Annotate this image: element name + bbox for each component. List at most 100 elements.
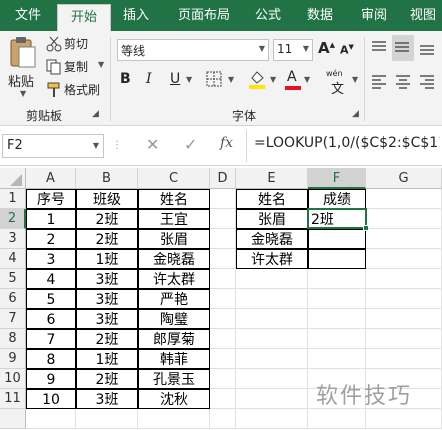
tab-home[interactable]: 开始 (57, 4, 111, 32)
row-header-6[interactable]: 6 (0, 289, 26, 309)
underline-dropdown-icon[interactable]: ▼ (186, 75, 192, 84)
formula-input[interactable]: =LOOKUP(1,0/($C$2:$C$11= (254, 135, 440, 157)
row-header-2[interactable]: 2 (0, 209, 26, 229)
empty-cell[interactable] (210, 269, 236, 289)
empty-cell[interactable] (366, 209, 442, 229)
empty-cell[interactable] (236, 289, 308, 309)
tab-view[interactable]: 视图 (404, 0, 442, 31)
format-painter-button[interactable]: 格式刷 (46, 81, 118, 99)
underline-button[interactable]: U (170, 71, 184, 91)
font-color-button[interactable]: A (284, 69, 302, 91)
align-bottom-button[interactable] (418, 39, 438, 59)
tab-formulas[interactable]: 公式 (244, 0, 292, 31)
empty-cell[interactable] (210, 289, 236, 309)
align-right-button[interactable] (418, 73, 438, 91)
table-cell[interactable]: 3班 (76, 289, 138, 309)
dialog-launcher-icon[interactable]: ◢ (352, 109, 359, 119)
phonetic-button[interactable]: wén 文 (326, 69, 352, 97)
column-header-F[interactable]: F (308, 168, 366, 189)
empty-cell[interactable] (236, 309, 308, 329)
table-cell[interactable]: 严艳 (138, 289, 210, 309)
empty-cell[interactable] (236, 389, 308, 409)
column-header-B[interactable]: B (76, 168, 138, 189)
table-cell[interactable]: 2班 (76, 369, 138, 389)
table-cell[interactable]: 9 (26, 369, 76, 389)
lookup-cell[interactable]: 金晓磊 (236, 229, 308, 249)
empty-cell[interactable] (26, 409, 76, 429)
row-header-empty[interactable] (0, 409, 26, 429)
table-cell[interactable]: 张眉 (138, 229, 210, 249)
fill-color-button[interactable] (248, 69, 268, 91)
empty-cell[interactable] (210, 389, 236, 409)
table-header-cell[interactable]: 序号 (26, 189, 76, 209)
empty-cell[interactable] (210, 349, 236, 369)
align-left-button[interactable] (370, 73, 390, 91)
table-cell[interactable]: 许太群 (138, 269, 210, 289)
copy-dropdown-icon[interactable]: ▼ (98, 60, 104, 69)
empty-cell[interactable] (236, 329, 308, 349)
insert-function-button[interactable]: fx (220, 135, 233, 151)
table-cell[interactable]: 3 (26, 249, 76, 269)
table-cell[interactable]: 2 (26, 229, 76, 249)
table-header-cell[interactable]: 姓名 (138, 189, 210, 209)
phonetic-dropdown-icon[interactable]: ▼ (352, 75, 358, 84)
table-cell[interactable]: 7 (26, 329, 76, 349)
empty-cell[interactable] (210, 249, 236, 269)
table-cell[interactable]: 沈秋 (138, 389, 210, 409)
empty-cell[interactable] (210, 229, 236, 249)
borders-dropdown-icon[interactable]: ▼ (228, 75, 234, 84)
empty-cell[interactable] (308, 329, 366, 349)
font-name-select[interactable]: 等线 ▼ (117, 39, 269, 61)
table-cell[interactable]: 孔景玉 (138, 369, 210, 389)
tab-insert[interactable]: 插入 (112, 0, 160, 31)
empty-cell[interactable] (366, 189, 442, 209)
empty-cell[interactable] (366, 329, 442, 349)
lookup-cell[interactable]: 张眉 (236, 209, 308, 229)
table-cell[interactable]: 8 (26, 349, 76, 369)
column-header-G[interactable]: G (366, 168, 442, 189)
empty-cell[interactable] (138, 409, 210, 429)
table-cell[interactable]: 2班 (76, 329, 138, 349)
column-header-E[interactable]: E (236, 168, 308, 189)
italic-button[interactable]: I (146, 71, 160, 91)
select-all-corner[interactable] (0, 168, 26, 189)
table-header-cell[interactable]: 班级 (76, 189, 138, 209)
copy-button[interactable]: 复制 ▼ (46, 58, 118, 76)
empty-cell[interactable] (76, 409, 138, 429)
table-cell[interactable]: 1班 (76, 349, 138, 369)
empty-cell[interactable] (366, 229, 442, 249)
empty-cell[interactable] (210, 409, 236, 429)
empty-cell[interactable] (366, 349, 442, 369)
row-header-9[interactable]: 9 (0, 349, 26, 369)
empty-cell[interactable] (308, 269, 366, 289)
table-cell[interactable]: 3班 (76, 309, 138, 329)
table-cell[interactable]: 5 (26, 289, 76, 309)
table-cell[interactable]: 韩菲 (138, 349, 210, 369)
table-cell[interactable]: 10 (26, 389, 76, 409)
empty-cell[interactable] (308, 309, 366, 329)
row-header-5[interactable]: 5 (0, 269, 26, 289)
tab-data[interactable]: 数据 (296, 0, 344, 31)
empty-cell[interactable] (236, 269, 308, 289)
empty-cell[interactable] (366, 269, 442, 289)
lookup-cell[interactable]: 许太群 (236, 249, 308, 269)
table-cell[interactable]: 3班 (76, 389, 138, 409)
row-header-10[interactable]: 10 (0, 369, 26, 389)
empty-cell[interactable] (308, 349, 366, 369)
empty-cell[interactable] (236, 369, 308, 389)
cancel-formula-icon[interactable]: ✕ (146, 135, 159, 154)
empty-cell[interactable] (366, 309, 442, 329)
lookup-cell[interactable] (308, 249, 366, 269)
empty-cell[interactable] (236, 349, 308, 369)
empty-cell[interactable] (366, 289, 442, 309)
font-color-dropdown-icon[interactable]: ▼ (304, 75, 310, 84)
empty-cell[interactable] (210, 209, 236, 229)
dialog-launcher-icon[interactable]: ◢ (92, 109, 99, 119)
align-middle-button[interactable] (392, 35, 414, 61)
row-header-3[interactable]: 3 (0, 229, 26, 249)
tab-file[interactable]: 文件 (0, 0, 56, 31)
table-cell[interactable]: 郎厚菊 (138, 329, 210, 349)
row-header-4[interactable]: 4 (0, 249, 26, 269)
empty-cell[interactable] (366, 409, 442, 429)
lookup-cell[interactable] (308, 229, 366, 249)
